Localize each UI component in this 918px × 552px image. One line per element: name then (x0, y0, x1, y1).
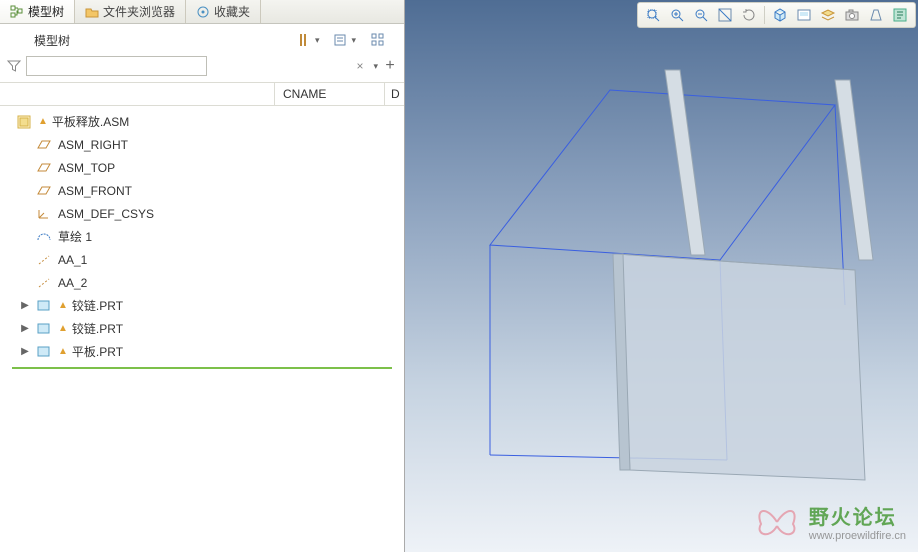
tree-item-label: ASM_RIGHT (58, 138, 128, 152)
expand-icon[interactable]: ▶ (20, 300, 30, 311)
spin-icon[interactable] (738, 5, 760, 25)
tool-show-icon[interactable]: ▾ (329, 30, 360, 50)
col-d[interactable]: D (384, 83, 404, 105)
tab-label: 文件夹浏览器 (103, 3, 175, 20)
watermark-url: www.proewildfire.cn (809, 530, 906, 542)
part-icon (36, 321, 52, 337)
axis-icon (36, 275, 52, 291)
graphics-viewport[interactable]: 野火论坛 www.proewildfire.cn (405, 0, 918, 552)
model-tree-panel: 模型树 文件夹浏览器 收藏夹 模型树 ▾ (0, 0, 405, 552)
insert-here-marker[interactable] (12, 367, 392, 369)
warning-icon: ▲ (58, 346, 68, 357)
datum-plane-icon (36, 137, 52, 153)
filter-input[interactable] (26, 56, 207, 76)
filter-input-wrap: × (26, 56, 367, 76)
tree-item-label: 草绘 1 (58, 228, 92, 245)
tree-item-label: 平板释放.ASM (52, 113, 129, 130)
sketch-icon (36, 229, 52, 245)
csys-icon (36, 206, 52, 222)
perspective-icon[interactable] (865, 5, 887, 25)
favorites-icon (196, 5, 210, 19)
tree-item-plate[interactable]: ▶ ▲ 平板.PRT (0, 340, 404, 363)
tree-root[interactable]: ▲ 平板释放.ASM (0, 110, 404, 133)
tree-item-sketch[interactable]: 草绘 1 (0, 225, 404, 248)
warning-icon: ▲ (38, 116, 48, 127)
tree-item-asm-front[interactable]: ASM_FRONT (0, 179, 404, 202)
tree-item-label: AA_2 (58, 276, 87, 290)
tab-label: 模型树 (28, 3, 64, 20)
filter-clear-icon[interactable]: × (356, 59, 363, 73)
tool-tree-filters-icon[interactable] (366, 30, 390, 50)
annotations-icon[interactable] (889, 5, 911, 25)
tab-label: 收藏夹 (214, 3, 250, 20)
view-toolbar (637, 2, 916, 28)
folder-icon (85, 5, 99, 19)
tree-item-label: ASM_TOP (58, 161, 115, 175)
part-icon (36, 344, 52, 360)
saved-views-icon[interactable] (793, 5, 815, 25)
zoom-out-icon[interactable] (690, 5, 712, 25)
tree-item-hinge-2[interactable]: ▶ ▲ 铰链.PRT (0, 317, 404, 340)
expand-icon[interactable]: ▶ (20, 323, 30, 334)
filter-dropdown-icon[interactable]: ▾ (373, 61, 378, 72)
warning-icon: ▲ (58, 300, 68, 311)
tab-favorites[interactable]: 收藏夹 (186, 0, 261, 23)
datum-plane-icon (36, 183, 52, 199)
expand-icon[interactable]: ▶ (20, 346, 30, 357)
tool-settings-icon[interactable]: ▾ (293, 30, 324, 50)
tree-item-hinge-1[interactable]: ▶ ▲ 铰链.PRT (0, 294, 404, 317)
col-cname[interactable]: CNAME (274, 83, 384, 105)
panel-header: 模型树 ▾ ▾ (0, 24, 404, 52)
assembly-icon (16, 114, 32, 130)
tree-item-label: ASM_DEF_CSYS (58, 207, 154, 221)
tree-item-asm-top[interactable]: ASM_TOP (0, 156, 404, 179)
tab-folder-browser[interactable]: 文件夹浏览器 (75, 0, 186, 23)
tree-column-header: CNAME D (0, 82, 404, 106)
model-geometry (405, 0, 918, 552)
filter-add-icon[interactable]: + (382, 58, 398, 74)
model-tree: ▲ 平板释放.ASM ASM_RIGHT ASM_TOP ASM_FRONT A… (0, 106, 404, 552)
display-style-icon[interactable] (769, 5, 791, 25)
panel-tools: ▾ ▾ (293, 30, 394, 50)
tree-icon (10, 5, 24, 19)
tree-item-asm-right[interactable]: ASM_RIGHT (0, 133, 404, 156)
zoom-in-icon[interactable] (666, 5, 688, 25)
warning-icon: ▲ (58, 323, 68, 334)
tree-item-label: 平板.PRT (72, 343, 123, 360)
funnel-icon[interactable] (6, 58, 22, 74)
tree-item-label: AA_1 (58, 253, 87, 267)
toolbar-sep (764, 6, 765, 24)
axis-icon (36, 252, 52, 268)
filter-row: × ▾ + (0, 52, 404, 82)
watermark-title: 野火论坛 (809, 501, 906, 530)
layers-icon[interactable] (817, 5, 839, 25)
snapshot-icon[interactable] (841, 5, 863, 25)
datum-plane-icon (36, 160, 52, 176)
tab-model-tree[interactable]: 模型树 (0, 0, 75, 23)
tree-item-label: 铰链.PRT (72, 297, 123, 314)
refit-icon[interactable] (714, 5, 736, 25)
app-root: 模型树 文件夹浏览器 收藏夹 模型树 ▾ (0, 0, 918, 552)
part-icon (36, 298, 52, 314)
panel-tabs: 模型树 文件夹浏览器 收藏夹 (0, 0, 404, 24)
tree-item-label: ASM_FRONT (58, 184, 132, 198)
panel-title: 模型树 (34, 32, 70, 49)
butterfly-icon (753, 500, 801, 542)
watermark: 野火论坛 www.proewildfire.cn (753, 500, 906, 542)
tree-item-label: 铰链.PRT (72, 320, 123, 337)
tree-item-aa1[interactable]: AA_1 (0, 248, 404, 271)
tree-item-aa2[interactable]: AA_2 (0, 271, 404, 294)
tree-item-asm-csys[interactable]: ASM_DEF_CSYS (0, 202, 404, 225)
zoom-window-icon[interactable] (642, 5, 664, 25)
